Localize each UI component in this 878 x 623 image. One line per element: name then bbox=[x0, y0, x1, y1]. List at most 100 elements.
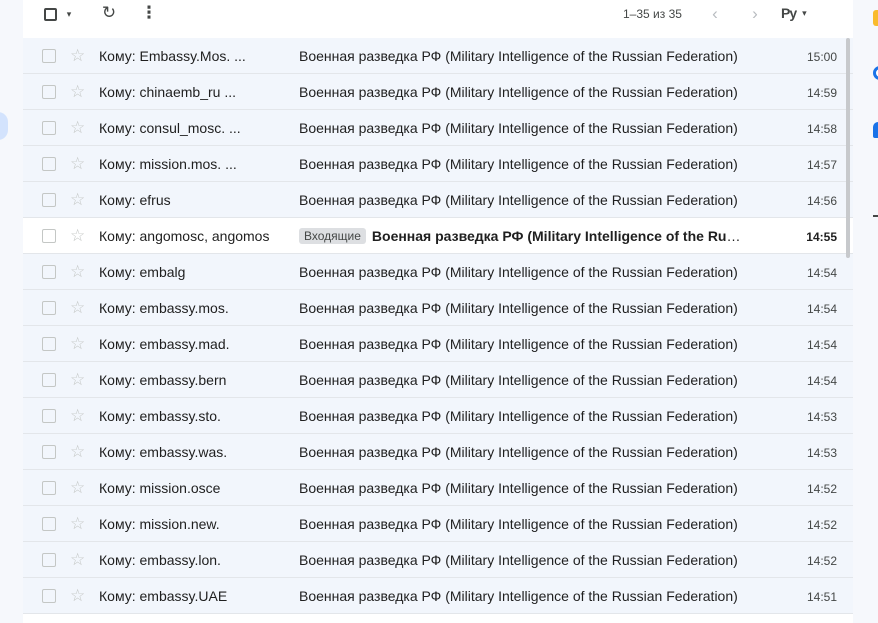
star-icon[interactable]: ☆ bbox=[70, 154, 85, 174]
email-row[interactable]: ☆ Кому: embalg Военная разведка РФ (Milita… bbox=[23, 254, 853, 290]
input-language-selector[interactable]: Ру ▾ bbox=[781, 5, 807, 21]
email-row[interactable]: ☆ Кому: embassy.was. Военная разведка РФ (… bbox=[23, 434, 853, 470]
row-checkbox[interactable] bbox=[42, 265, 56, 279]
email-row[interactable]: ☆ Кому: mission.osce Военная разведка РФ (… bbox=[23, 470, 853, 506]
email-time: 15:00 bbox=[806, 50, 837, 64]
email-recipient: Кому: angomosc, angomosc bbox=[99, 228, 269, 244]
row-checkbox[interactable] bbox=[42, 589, 56, 603]
star-icon[interactable]: ☆ bbox=[70, 298, 85, 318]
star-icon[interactable]: ☆ bbox=[70, 370, 85, 390]
star-icon[interactable]: ☆ bbox=[70, 586, 85, 606]
email-list: ☆ Кому: Embassy.Mos. ... Военная разведка … bbox=[23, 38, 853, 614]
email-recipient: Кому: mission.new. bbox=[99, 516, 220, 532]
email-row[interactable]: ☆ Кому: mission.mos. ... Военная разведка … bbox=[23, 146, 853, 182]
row-checkbox[interactable] bbox=[42, 229, 56, 243]
email-subject-wrap: Военная разведка РФ (Military Intelligen… bbox=[299, 192, 743, 208]
email-subject: Военная разведка РФ (Military Intelligen… bbox=[299, 516, 738, 532]
email-time: 14:56 bbox=[806, 194, 837, 208]
star-icon[interactable]: ☆ bbox=[70, 514, 85, 534]
star-icon[interactable]: ☆ bbox=[70, 334, 85, 354]
email-recipient: Кому: embalg bbox=[99, 264, 186, 280]
email-subject-wrap: Военная разведка РФ (Military Intelligen… bbox=[299, 84, 743, 100]
select-all-checkbox[interactable] bbox=[41, 7, 59, 21]
email-recipient: Кому: embassy.was. bbox=[99, 444, 228, 460]
email-time: 14:54 bbox=[806, 374, 837, 388]
star-icon[interactable]: ☆ bbox=[70, 478, 85, 498]
email-subject: Военная разведка РФ (Military Intelligen… bbox=[299, 48, 738, 64]
row-checkbox[interactable] bbox=[42, 85, 56, 99]
email-subject: Военная разведка РФ (Military Intelligen… bbox=[299, 336, 738, 352]
email-time: 14:52 bbox=[806, 518, 837, 532]
row-checkbox[interactable] bbox=[42, 193, 56, 207]
row-checkbox[interactable] bbox=[42, 481, 56, 495]
email-subject-wrap: Военная разведка РФ (Military Intelligen… bbox=[299, 264, 743, 280]
star-icon[interactable]: ☆ bbox=[70, 118, 85, 138]
email-row[interactable]: ☆ Кому: embassy.bern Военная разведка РФ (… bbox=[23, 362, 853, 398]
star-icon[interactable]: ☆ bbox=[70, 406, 85, 426]
email-subject: Военная разведка РФ (Military Intelligen… bbox=[299, 300, 738, 316]
email-recipient: Кому: Embassy.Mos. ... bbox=[99, 48, 246, 64]
email-subject-wrap: Военная разведка РФ (Military Intelligen… bbox=[299, 480, 743, 496]
row-checkbox[interactable] bbox=[42, 121, 56, 135]
select-options-chevron-down-icon[interactable]: ▾ bbox=[63, 7, 75, 21]
keep-icon[interactable] bbox=[873, 10, 878, 26]
email-row[interactable]: ☆ Кому: embassy.UAE Военная разведка РФ (M… bbox=[23, 578, 853, 614]
rail-divider bbox=[873, 215, 878, 217]
email-recipient: Кому: embassy.bern bbox=[99, 372, 227, 388]
checkbox-icon bbox=[43, 7, 57, 21]
email-subject: Военная разведка РФ (Military Intelligen… bbox=[371, 228, 743, 244]
star-icon[interactable]: ☆ bbox=[70, 190, 85, 210]
row-checkbox[interactable] bbox=[42, 49, 56, 63]
email-row[interactable]: ☆ Кому: embassy.mos. Военная разведка РФ (… bbox=[23, 290, 853, 326]
email-row[interactable]: ☆ Кому: embassy.sto. Военная разведка РФ (… bbox=[23, 398, 853, 434]
more-vert-icon[interactable]: ⋮ bbox=[139, 3, 159, 23]
email-recipient: Кому: embassy.sto. bbox=[99, 408, 221, 424]
email-subject: Военная разведка РФ (Military Intelligen… bbox=[299, 552, 738, 568]
email-subject: Военная разведка РФ (Military Intelligen… bbox=[299, 444, 738, 460]
refresh-icon[interactable]: ↻ bbox=[99, 3, 119, 23]
email-row[interactable]: ☆ Кому: embassy.lon. Военная разведка РФ (… bbox=[23, 542, 853, 578]
star-icon[interactable]: ☆ bbox=[70, 550, 85, 570]
next-page-chevron-right-icon[interactable]: › bbox=[745, 4, 765, 24]
email-row[interactable]: ☆ Кому: angomosc, angomosc Входящие Военная… bbox=[23, 218, 853, 254]
email-time: 14:51 bbox=[806, 590, 837, 604]
prev-page-chevron-left-icon[interactable]: ‹ bbox=[705, 4, 725, 24]
row-checkbox[interactable] bbox=[42, 517, 56, 531]
star-icon[interactable]: ☆ bbox=[70, 226, 85, 246]
row-checkbox[interactable] bbox=[42, 409, 56, 423]
star-icon[interactable]: ☆ bbox=[70, 442, 85, 462]
inbox-label-badge[interactable]: Входящие bbox=[299, 228, 366, 244]
row-checkbox[interactable] bbox=[42, 373, 56, 387]
mail-list-panel: ▾ ↻ ⋮ 1–35 из 35 ‹ › Ру ▾ ☆ Кому: Embassy… bbox=[23, 0, 853, 623]
row-checkbox[interactable] bbox=[42, 301, 56, 315]
star-icon[interactable]: ☆ bbox=[70, 82, 85, 102]
email-subject-wrap: Военная разведка РФ (Military Intelligen… bbox=[299, 372, 743, 388]
row-checkbox[interactable] bbox=[42, 445, 56, 459]
row-checkbox[interactable] bbox=[42, 337, 56, 351]
contacts-icon[interactable] bbox=[873, 122, 878, 138]
star-icon[interactable]: ☆ bbox=[70, 46, 85, 66]
star-icon[interactable]: ☆ bbox=[70, 262, 85, 282]
scrollbar-thumb[interactable] bbox=[846, 38, 850, 258]
email-row[interactable]: ☆ Кому: mission.new. Военная разведка РФ (… bbox=[23, 506, 853, 542]
email-subject-wrap: Военная разведка РФ (Military Intelligen… bbox=[299, 588, 743, 604]
email-subject: Военная разведка РФ (Military Intelligen… bbox=[299, 588, 738, 604]
email-row[interactable]: ☆ Кому: efrus Военная разведка РФ (Militar… bbox=[23, 182, 853, 218]
email-subject-wrap: Входящие Военная разведка РФ (Military In… bbox=[299, 228, 743, 244]
email-row[interactable]: ☆ Кому: Embassy.Mos. ... Военная разведка … bbox=[23, 38, 853, 74]
email-recipient: Кому: chinaemb_ru ... bbox=[99, 84, 236, 100]
email-row[interactable]: ☆ Кому: consul_mosc. ... Военная разведка … bbox=[23, 110, 853, 146]
email-subject: Военная разведка РФ (Military Intelligen… bbox=[299, 120, 738, 136]
email-time: 14:54 bbox=[806, 338, 837, 352]
email-row[interactable]: ☆ Кому: chinaemb_ru ... Военная разведка Р… bbox=[23, 74, 853, 110]
row-checkbox[interactable] bbox=[42, 157, 56, 171]
email-subject: Военная разведка РФ (Military Intelligen… bbox=[299, 372, 738, 388]
email-recipient: Кому: efrus bbox=[99, 192, 171, 208]
tasks-icon[interactable] bbox=[873, 66, 878, 80]
email-time: 14:52 bbox=[806, 554, 837, 568]
email-subject-wrap: Военная разведка РФ (Military Intelligen… bbox=[299, 408, 743, 424]
row-checkbox[interactable] bbox=[42, 553, 56, 567]
email-row[interactable]: ☆ Кому: embassy.mad. Военная разведка РФ (… bbox=[23, 326, 853, 362]
email-time: 14:55 bbox=[806, 230, 837, 244]
email-subject: Военная разведка РФ (Military Intelligen… bbox=[299, 84, 738, 100]
